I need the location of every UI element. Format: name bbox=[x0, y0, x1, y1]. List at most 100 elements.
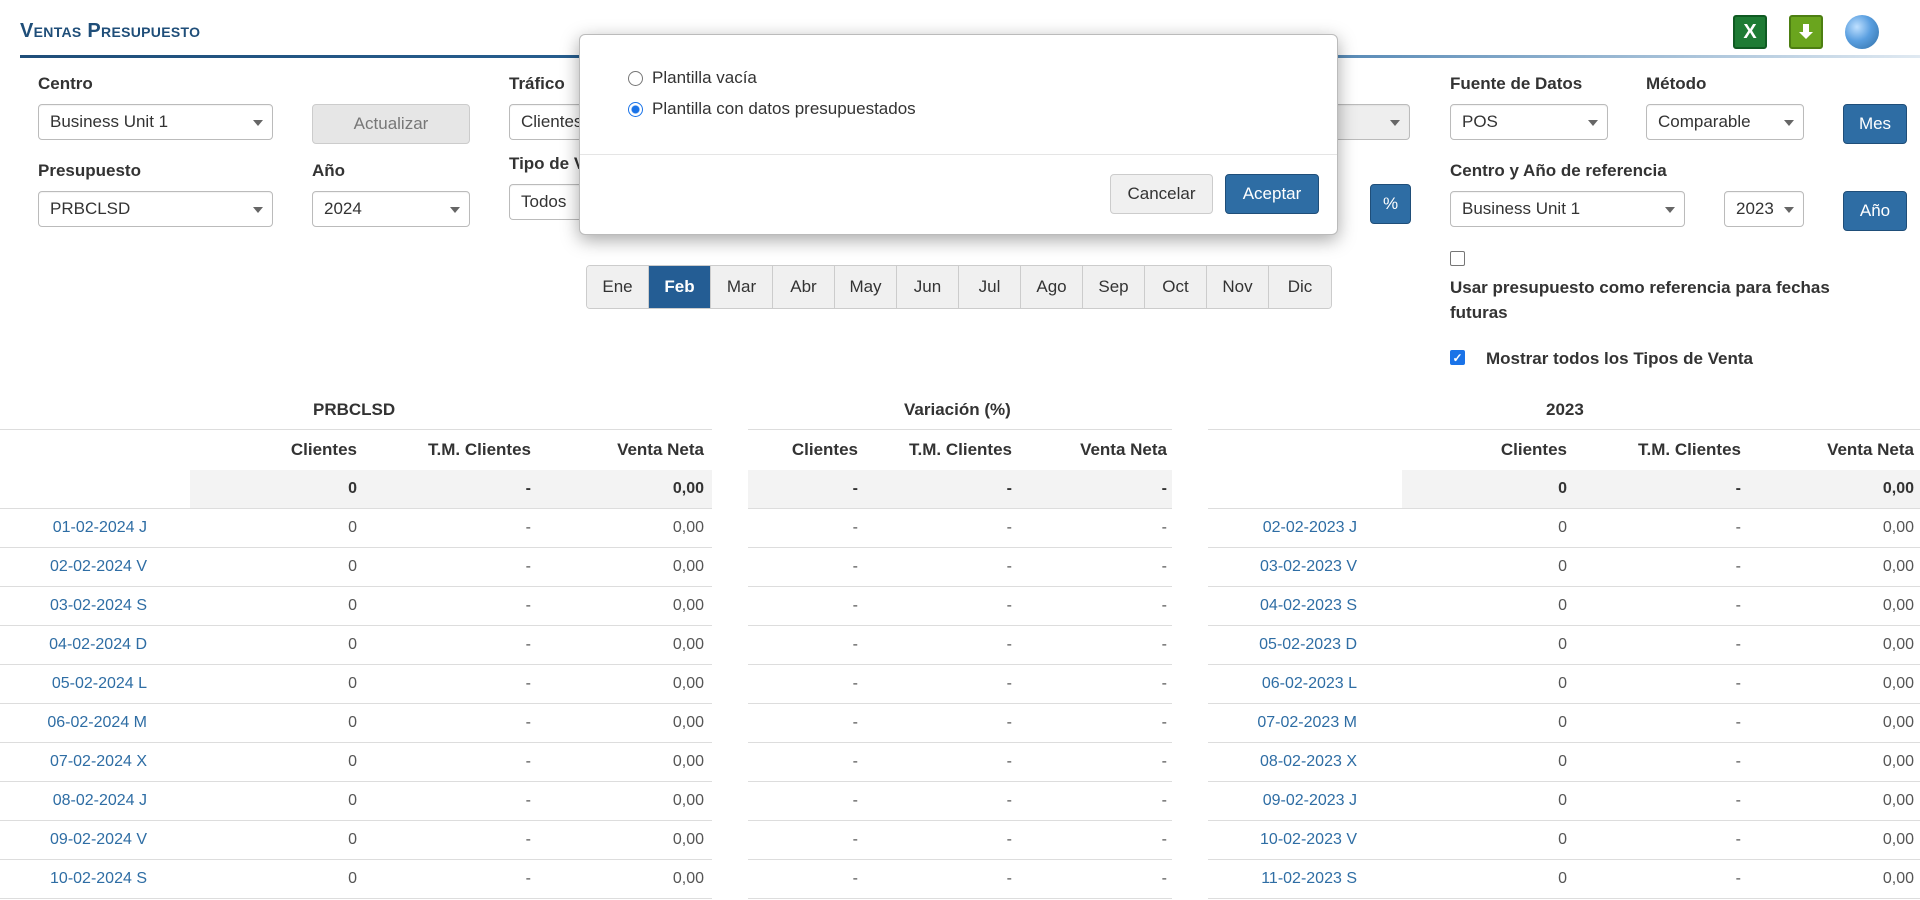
table-cell: 0,00 bbox=[1882, 636, 1914, 653]
month-ago[interactable]: Ago bbox=[1021, 266, 1083, 308]
tipo-venta-select[interactable]: Todos bbox=[509, 184, 579, 220]
table-cell: - bbox=[852, 675, 858, 692]
table-row bbox=[748, 665, 1172, 704]
table-cell: - bbox=[1735, 597, 1741, 614]
table-cell: 0,00 bbox=[1882, 675, 1914, 692]
reference-col-header: T.M. Clientes bbox=[1638, 440, 1741, 459]
chevron-down-icon bbox=[450, 207, 460, 213]
anio-select[interactable]: 2024 bbox=[312, 191, 470, 227]
excel-icon[interactable]: X bbox=[1733, 15, 1767, 49]
reference-total-cell: - bbox=[1735, 480, 1741, 497]
tipo-venta-value: Todos bbox=[521, 192, 567, 211]
row-date[interactable]: 07-02-2023 M bbox=[1257, 714, 1357, 732]
usar-ref-checkbox[interactable] bbox=[1450, 251, 1465, 266]
ref-anio-select[interactable]: 2023 bbox=[1724, 191, 1804, 227]
month-feb[interactable]: Feb bbox=[649, 266, 711, 308]
plantilla-datos-label[interactable]: Plantilla con datos presupuestados bbox=[652, 99, 916, 119]
metodo-select[interactable]: Comparable bbox=[1646, 104, 1804, 140]
month-may[interactable]: May bbox=[835, 266, 897, 308]
table-cell: - bbox=[525, 792, 531, 809]
table-cell: - bbox=[1735, 558, 1741, 575]
row-date[interactable]: 02-02-2023 J bbox=[1263, 519, 1357, 537]
month-mar[interactable]: Mar bbox=[711, 266, 773, 308]
row-date[interactable]: 03-02-2023 V bbox=[1260, 558, 1357, 576]
presupuesto-value: PRBCLSD bbox=[50, 199, 131, 218]
globe-icon[interactable] bbox=[1845, 15, 1879, 49]
budget-title: PRBCLSD bbox=[313, 400, 396, 419]
table-cell: 0 bbox=[348, 831, 357, 848]
chevron-down-icon bbox=[1784, 207, 1794, 213]
month-sep[interactable]: Sep bbox=[1083, 266, 1145, 308]
table-cell: - bbox=[1006, 792, 1012, 809]
month-nov[interactable]: Nov bbox=[1207, 266, 1269, 308]
table-cell: - bbox=[852, 714, 858, 731]
month-dic[interactable]: Dic bbox=[1269, 266, 1331, 308]
table-cell: 0,00 bbox=[1882, 753, 1914, 770]
table-cell: - bbox=[525, 675, 531, 692]
row-date[interactable]: 06-02-2023 L bbox=[1262, 675, 1357, 693]
row-date[interactable]: 05-02-2023 D bbox=[1259, 636, 1357, 654]
table-cell: 0 bbox=[348, 792, 357, 809]
reference-title-divider bbox=[1208, 429, 1920, 430]
table-cell: 0 bbox=[1558, 636, 1567, 653]
plantilla-vacia-label[interactable]: Plantilla vacía bbox=[652, 68, 757, 88]
table-cell: 0 bbox=[348, 870, 357, 887]
row-date[interactable]: 09-02-2023 J bbox=[1263, 792, 1357, 810]
table-cell: 0,00 bbox=[672, 519, 704, 536]
cancel-button[interactable]: Cancelar bbox=[1110, 174, 1213, 214]
mostrar-tipos-checkbox[interactable]: ✓ bbox=[1450, 350, 1465, 365]
fuente-select[interactable]: POS bbox=[1450, 104, 1608, 140]
table-cell: - bbox=[525, 558, 531, 575]
mes-button[interactable]: Mes bbox=[1843, 104, 1907, 144]
row-date[interactable]: 05-02-2024 L bbox=[52, 675, 147, 693]
percent-button[interactable]: % bbox=[1370, 184, 1411, 224]
centro-select[interactable]: Business Unit 1 bbox=[38, 104, 273, 140]
row-date[interactable]: 02-02-2024 V bbox=[50, 558, 147, 576]
hidden-select-tail[interactable] bbox=[1338, 104, 1410, 140]
plantilla-datos-radio[interactable] bbox=[628, 102, 643, 117]
table-row bbox=[748, 860, 1172, 899]
ref-centro-select[interactable]: Business Unit 1 bbox=[1450, 191, 1685, 227]
table-cell: - bbox=[525, 519, 531, 536]
table-cell: 0,00 bbox=[672, 714, 704, 731]
presupuesto-select[interactable]: PRBCLSD bbox=[38, 191, 273, 227]
tipo-venta-label: Tipo de V bbox=[509, 154, 586, 173]
row-date[interactable]: 11-02-2023 S bbox=[1261, 870, 1357, 888]
row-date[interactable]: 09-02-2024 V bbox=[50, 831, 147, 849]
row-date[interactable]: 08-02-2024 J bbox=[53, 792, 147, 810]
row-date[interactable]: 03-02-2024 S bbox=[50, 597, 147, 615]
row-date[interactable]: 07-02-2024 X bbox=[50, 753, 147, 771]
table-cell: - bbox=[1161, 831, 1167, 848]
table-cell: - bbox=[852, 831, 858, 848]
month-jun[interactable]: Jun bbox=[897, 266, 959, 308]
reference-total-cell: 0 bbox=[1558, 480, 1567, 497]
referencia-label: Centro y Año de referencia bbox=[1450, 161, 1667, 180]
variation-total-cell: - bbox=[852, 480, 858, 497]
row-date[interactable]: 04-02-2023 S bbox=[1260, 597, 1357, 615]
table-cell: 0,00 bbox=[672, 636, 704, 653]
download-icon[interactable] bbox=[1789, 15, 1823, 49]
table-row bbox=[748, 548, 1172, 587]
anio-button[interactable]: Año bbox=[1843, 191, 1907, 231]
table-cell: - bbox=[525, 870, 531, 887]
month-abr[interactable]: Abr bbox=[773, 266, 835, 308]
table-cell: 0,00 bbox=[1882, 870, 1914, 887]
accept-button[interactable]: Aceptar bbox=[1225, 174, 1319, 214]
month-jul[interactable]: Jul bbox=[959, 266, 1021, 308]
trafico-value: Clientes bbox=[521, 112, 583, 131]
row-date[interactable]: 10-02-2023 V bbox=[1260, 831, 1357, 849]
plantilla-vacia-radio[interactable] bbox=[628, 71, 643, 86]
month-ene[interactable]: Ene bbox=[587, 266, 649, 308]
actualizar-button[interactable]: Actualizar bbox=[312, 104, 470, 144]
table-cell: - bbox=[1161, 558, 1167, 575]
row-date[interactable]: 08-02-2023 X bbox=[1260, 753, 1357, 771]
trafico-select[interactable]: Clientes bbox=[509, 104, 583, 140]
row-date[interactable]: 01-02-2024 J bbox=[53, 519, 147, 537]
table-cell: 0 bbox=[1558, 558, 1567, 575]
row-date[interactable]: 04-02-2024 D bbox=[49, 636, 147, 654]
row-date[interactable]: 06-02-2024 M bbox=[47, 714, 147, 732]
month-oct[interactable]: Oct bbox=[1145, 266, 1207, 308]
fuente-label: Fuente de Datos bbox=[1450, 74, 1583, 93]
row-date[interactable]: 10-02-2024 S bbox=[50, 870, 147, 888]
budget-total-cell: - bbox=[525, 480, 531, 497]
